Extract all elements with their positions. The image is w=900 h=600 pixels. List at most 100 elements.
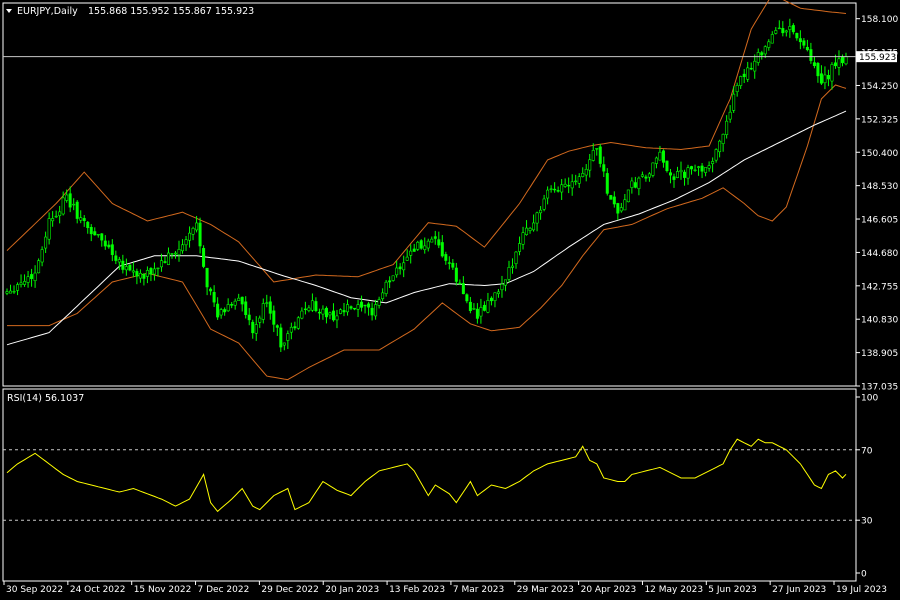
candle: [525, 220, 529, 236]
candle: [728, 105, 732, 123]
candle: [686, 164, 690, 185]
candle: [419, 239, 423, 250]
candle: [96, 233, 100, 238]
candle: [230, 302, 234, 309]
candle: [363, 304, 367, 314]
candle: [809, 42, 813, 64]
rsi-header: RSI(14) 56.1037: [7, 393, 84, 404]
candle: [532, 214, 536, 232]
main-panel-frame: [2, 2, 857, 387]
time-tick-label: 19 Jul 2023: [836, 585, 887, 595]
candle: [819, 65, 823, 85]
candle: [254, 316, 258, 341]
candle: [816, 62, 820, 83]
candle: [174, 251, 178, 259]
candle: [23, 274, 27, 287]
price-tick-label: 152.325: [861, 115, 898, 125]
candle: [844, 52, 848, 66]
candle: [181, 239, 185, 254]
candle: [58, 205, 62, 224]
candle: [328, 311, 332, 320]
candle: [556, 186, 560, 193]
time-axis: 30 Sep 2022 24 Oct 2022 15 Nov 2022 7 Dec 2…: [3, 581, 887, 595]
time-tick-label: 20 Jan 2023: [325, 585, 379, 595]
candle: [54, 210, 58, 218]
time-tick-label: 12 May 2023: [644, 585, 703, 595]
rsi-tick-label: 0: [861, 570, 867, 580]
candle: [360, 295, 364, 312]
candle: [784, 29, 788, 37]
candle: [381, 288, 385, 302]
candle: [353, 307, 357, 311]
candle: [570, 174, 574, 196]
candle: [735, 82, 739, 97]
time-tick-label: 7 Dec 2022: [198, 585, 250, 595]
rsi-panel-frame: [2, 388, 857, 582]
candle: [103, 235, 107, 250]
time-tick-label: 30 Sep 2022: [6, 585, 63, 595]
candle: [5, 288, 9, 296]
candle: [542, 194, 546, 212]
candle: [310, 293, 314, 312]
candle: [135, 268, 139, 285]
candle: [553, 182, 557, 193]
time-tick-label: 29 Dec 2022: [261, 585, 319, 595]
candle: [405, 249, 409, 261]
candle: [654, 156, 658, 169]
candle: [830, 62, 834, 90]
candle: [317, 308, 321, 320]
main-panel: EURJPY,Daily 155.868 155.952 155.867 155…: [2, 0, 857, 387]
candle: [247, 308, 251, 326]
candle: [342, 302, 346, 317]
candle: [226, 298, 230, 312]
candle: [518, 236, 522, 256]
candle: [711, 157, 715, 173]
candle: [275, 324, 279, 336]
candle: [114, 250, 118, 265]
price-tick-label: 148.530: [861, 182, 898, 192]
candle: [672, 173, 676, 188]
rsi-axis: 100 70 30 0: [856, 394, 878, 580]
candle: [212, 285, 216, 307]
candle: [40, 246, 44, 267]
candle: [47, 212, 51, 245]
candle: [314, 297, 318, 313]
candle: [679, 161, 683, 180]
price-tick-label: 142.755: [861, 282, 898, 292]
candle: [177, 240, 181, 262]
candle: [89, 224, 93, 242]
header-ohlc: 155.868 155.952 155.867 155.923: [88, 6, 254, 17]
current-price-tag-label: 155.923: [859, 53, 896, 63]
header-symbol: EURJPY,Daily: [17, 6, 78, 17]
rsi-panel: RSI(14) 56.1037: [2, 388, 857, 582]
candle: [472, 303, 476, 310]
candle: [12, 285, 16, 294]
candle: [777, 20, 781, 30]
candle: [598, 144, 602, 168]
candle: [697, 165, 701, 176]
candle: [437, 231, 441, 249]
bollinger-lower-line: [7, 84, 847, 381]
candle: [149, 267, 153, 282]
candle: [184, 235, 188, 251]
candle: [86, 220, 90, 234]
candle: [145, 266, 149, 284]
candle: [416, 240, 420, 252]
rsi-plot: [3, 438, 856, 521]
candle: [433, 230, 437, 245]
candle: [303, 301, 307, 315]
candle: [44, 231, 48, 253]
candle: [82, 215, 86, 227]
candle: [166, 247, 170, 266]
candle: [258, 315, 262, 328]
candle: [595, 148, 599, 156]
candle: [721, 133, 725, 152]
candle: [9, 284, 13, 294]
price-axis: 158.100156.175154.250152.325150.400148.5…: [856, 15, 898, 393]
candle: [30, 268, 34, 287]
candle: [714, 148, 718, 163]
header-dropdown-icon[interactable]: [6, 9, 12, 13]
candle: [651, 162, 655, 178]
candle: [503, 279, 507, 292]
candle: [805, 39, 809, 52]
